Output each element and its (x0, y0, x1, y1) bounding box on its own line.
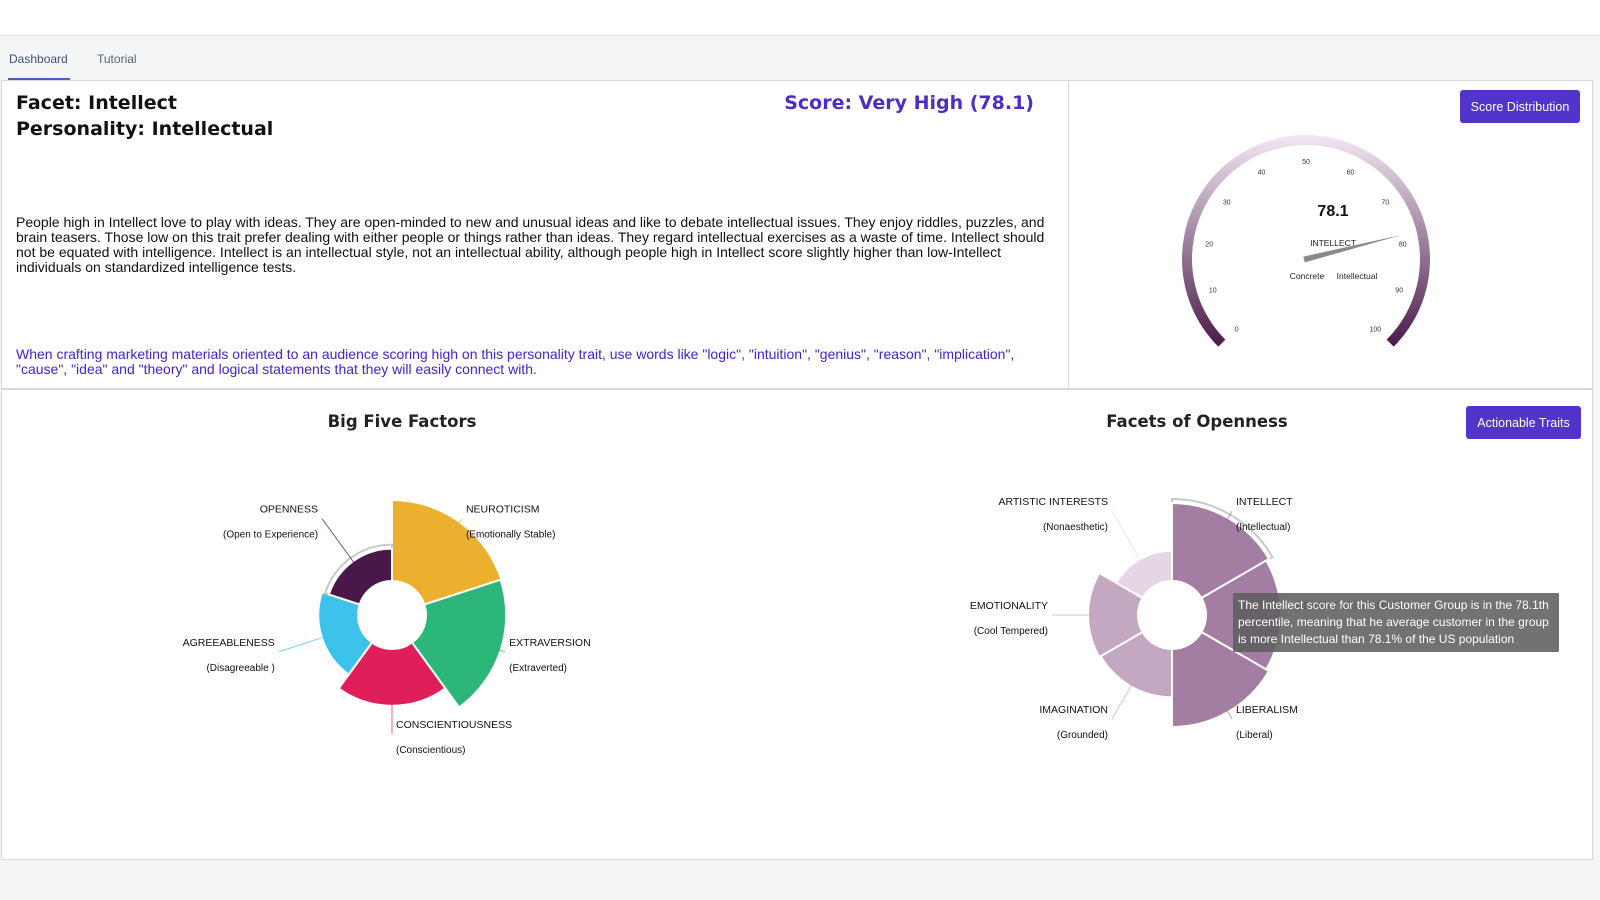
big-five-chart: NEUROTICISM (Emotionally Stable) EXTRAVERS… (183, 498, 591, 756)
big-five-title: Big Five Factors (327, 412, 477, 431)
gauge-tick-label: 20 (1205, 242, 1213, 249)
marketing-tip: When crafting marketing materials orient… (16, 346, 1015, 377)
category-label: EXTRAVERSION (509, 637, 591, 649)
gauge-arc (1182, 134, 1430, 347)
category-label: OPENNESS (260, 504, 318, 516)
category-sublabel: (Disagreeable ) (206, 663, 274, 674)
category-label: ARTISTIC INTERESTS (999, 496, 1109, 508)
openness-facets-title: Facets of Openness (1106, 412, 1288, 431)
tab-dashboard[interactable]: Dashboard (9, 52, 68, 66)
leader-line (1111, 680, 1135, 720)
category-label: AGREEABLENESS (183, 637, 275, 649)
top-bar (0, 0, 1600, 36)
gauge-tick-label: 80 (1399, 242, 1407, 249)
category-sublabel: (Intellectual) (1236, 522, 1290, 533)
actionable-traits-button[interactable]: Actionable Traits (1466, 406, 1581, 439)
category-label: NEUROTICISM (466, 504, 539, 516)
gauge-high-label: Intellectual (1337, 271, 1378, 281)
category-sublabel: (Cool Tempered) (974, 626, 1048, 637)
leader-line (1111, 510, 1143, 564)
facet-title: Facet: Intellect (16, 92, 177, 114)
category-label: INTELLECT (1236, 496, 1293, 508)
category-sublabel: (Nonaesthetic) (1043, 522, 1108, 533)
category-sublabel: (Open to Experience) (223, 530, 318, 541)
category-label: EMOTIONALITY (970, 600, 1048, 612)
gauge-panel: 0 10 20 30 40 50 60 70 80 90 100 78.1 INTELLECT Co… (1068, 80, 1593, 389)
category-label: IMAGINATION (1039, 704, 1108, 716)
gauge-tick-label: 50 (1302, 159, 1310, 166)
score-heading: Score: Very High (78.1) (784, 92, 1034, 114)
gauge-tick-label: 0 (1235, 326, 1239, 333)
gauge-tick-label: 10 (1209, 287, 1217, 294)
tab-bar: Dashboard Tutorial (0, 36, 1600, 80)
gauge-tick-label: 100 (1369, 326, 1381, 333)
category-sublabel: (Liberal) (1236, 730, 1273, 741)
category-sublabel: (Extraverted) (509, 663, 567, 674)
facet-panel: Facet: Intellect Personality: Intellectu… (1, 80, 1069, 389)
leader-line (321, 518, 357, 566)
category-label: CONSCIENTIOUSNESS (396, 719, 512, 731)
category-sublabel: (Grounded) (1057, 730, 1108, 741)
gauge-low-label: Concrete (1290, 271, 1325, 281)
gauge-tick-label: 60 (1347, 170, 1355, 177)
category-sublabel: (Conscientious) (396, 745, 465, 756)
slice-openness[interactable] (327, 547, 393, 606)
personality-title: Personality: Intellectual (16, 118, 274, 140)
intellect-tooltip: The Intellect score for this Customer Gr… (1233, 593, 1559, 652)
gauge-label: INTELLECT (1310, 238, 1356, 248)
gauge-tick-label: 90 (1395, 287, 1403, 294)
leader-line (278, 635, 328, 653)
gauge-value: 78.1 (1317, 203, 1348, 220)
facet-description: People high in Intellect love to play wi… (16, 214, 1045, 275)
tab-tutorial[interactable]: Tutorial (97, 52, 137, 66)
category-label: LIBERALISM (1236, 704, 1298, 716)
score-gauge: 0 10 20 30 40 50 60 70 80 90 100 78.1 INTELLECT Co… (1182, 134, 1430, 347)
score-distribution-button[interactable]: Score Distribution (1460, 90, 1580, 123)
gauge-tick-label: 40 (1258, 170, 1266, 177)
category-sublabel: (Emotionally Stable) (466, 530, 555, 541)
gauge-tick-label: 30 (1223, 199, 1231, 206)
gauge-tick-label: 70 (1381, 199, 1389, 206)
